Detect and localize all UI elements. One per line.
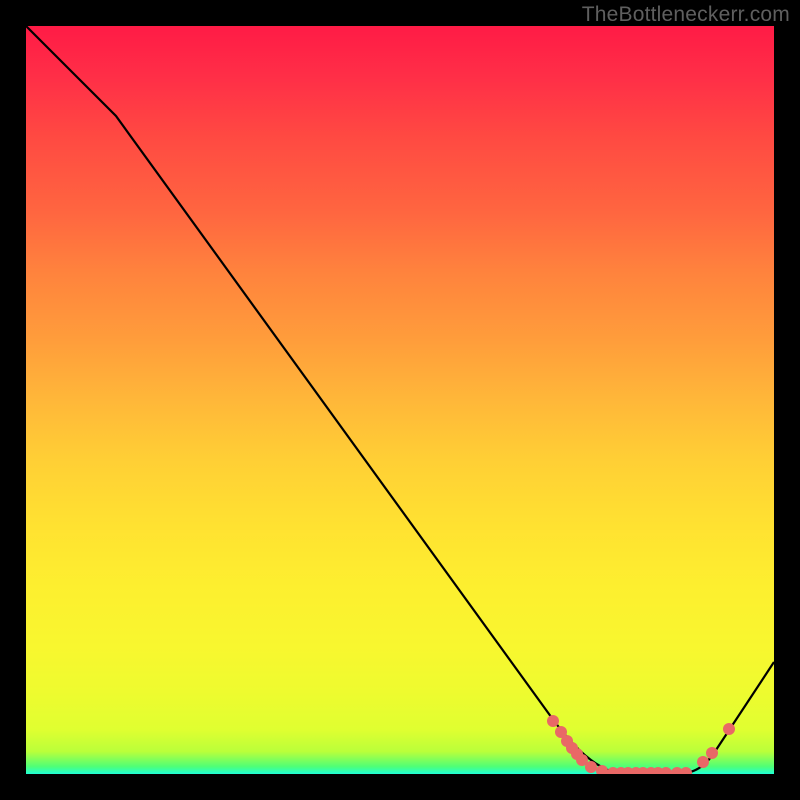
plot-area	[26, 26, 774, 774]
chart-container: TheBottleneckerr.com	[0, 0, 800, 800]
marker-group	[547, 715, 735, 774]
bottleneck-curve-path	[26, 26, 774, 773]
curve-layer	[26, 26, 774, 774]
watermark-text: TheBottleneckerr.com	[582, 3, 790, 27]
